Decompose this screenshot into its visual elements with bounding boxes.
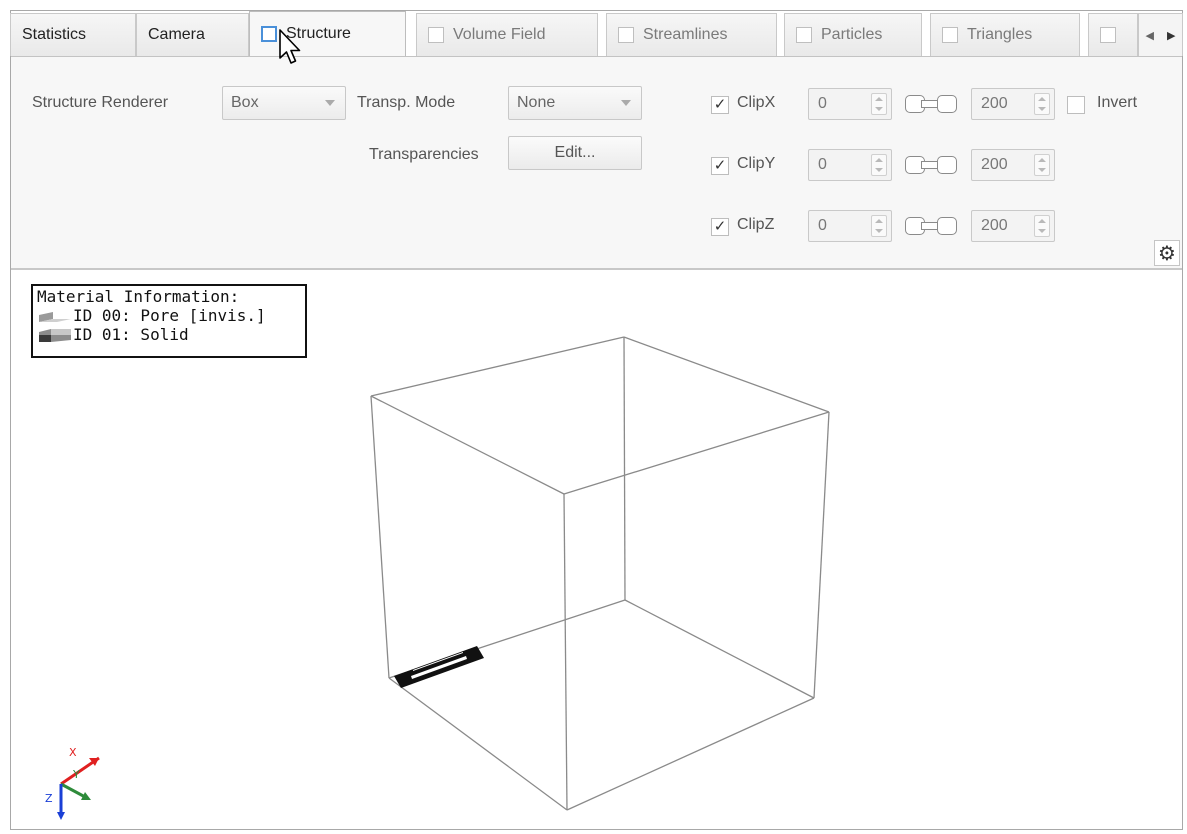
clipz-min-spinbox[interactable]: 0	[808, 210, 892, 242]
clipy-min-value: 0	[818, 156, 827, 173]
tab-volume-field-checkbox[interactable]	[428, 27, 444, 43]
structure-settings-panel: Structure Renderer Box Transp. Mode None…	[11, 56, 1182, 270]
clipy-max-value: 200	[981, 156, 1008, 173]
clipz-label: ClipZ	[737, 216, 775, 233]
structure-renderer-value: Box	[231, 94, 259, 111]
tab-streamlines-checkbox[interactable]	[618, 27, 634, 43]
tab-triangles[interactable]: Triangles	[930, 13, 1080, 56]
structure-bounding-box	[370, 336, 830, 811]
tab-statistics[interactable]: Statistics	[10, 13, 136, 56]
tab-structure-checkbox[interactable]	[261, 26, 277, 42]
clipy-checkbox[interactable]: ✓	[711, 157, 729, 175]
structure-renderer-select[interactable]: Box	[222, 86, 346, 120]
axis-orientation-icon: X Y Z	[45, 746, 100, 820]
structure-renderer-label: Structure Renderer	[32, 94, 169, 111]
clipy-max-spinbox[interactable]: 200	[971, 149, 1055, 181]
clipx-max-spinbox[interactable]: 200	[971, 88, 1055, 120]
tab-label: Volume Field	[453, 26, 546, 43]
chevron-down-icon	[325, 100, 335, 106]
transparencies-edit-button[interactable]: Edit...	[508, 136, 642, 170]
clipy-link-toggle[interactable]	[905, 155, 957, 175]
tab-label: Streamlines	[643, 26, 728, 43]
chevron-down-icon	[621, 100, 631, 106]
tab-scroll-buttons: ◀ ▶	[1138, 13, 1183, 56]
edit-button-label: Edit...	[554, 144, 596, 161]
tab-bar: Statistics Camera Structure Volume Field…	[10, 11, 1183, 57]
clipx-label: ClipX	[737, 94, 776, 111]
axis-x-label: X	[69, 746, 77, 759]
invert-label: Invert	[1097, 94, 1138, 111]
tab-label: Particles	[821, 26, 883, 43]
transp-mode-select[interactable]: None	[508, 86, 642, 120]
transp-mode-label: Transp. Mode	[357, 94, 456, 111]
tab-label: Camera	[148, 26, 205, 43]
clipy-label: ClipY	[737, 155, 776, 172]
transp-mode-value: None	[517, 94, 556, 111]
clipx-min-value: 0	[818, 95, 827, 112]
clipz-max-spinbox[interactable]: 200	[971, 210, 1055, 242]
scale-bar-icon	[394, 646, 484, 688]
tab-label: Triangles	[967, 26, 1033, 43]
spinner-arrows-icon[interactable]	[871, 93, 887, 115]
spinner-arrows-icon[interactable]	[871, 215, 887, 237]
spinner-arrows-icon[interactable]	[1034, 215, 1050, 237]
tab-scroll-left-icon[interactable]: ◀	[1146, 29, 1154, 42]
clipz-max-value: 200	[981, 217, 1008, 234]
clipz-checkbox[interactable]: ✓	[711, 218, 729, 236]
axis-y-label: Y	[72, 768, 80, 781]
3d-viewport[interactable]: Material Information: ID 00: Pore [invis…	[11, 272, 1182, 829]
tab-volume-field[interactable]: Volume Field	[416, 13, 598, 56]
mouse-cursor-icon	[279, 29, 301, 64]
tab-streamlines[interactable]: Streamlines	[606, 13, 777, 56]
clipz-link-toggle[interactable]	[905, 216, 957, 236]
tab-scroll-right-icon[interactable]: ▶	[1167, 29, 1175, 42]
tab-particles-checkbox[interactable]	[796, 27, 812, 43]
spinner-arrows-icon[interactable]	[1034, 93, 1050, 115]
tab-label: Statistics	[22, 26, 87, 43]
transparencies-label: Transparencies	[369, 146, 479, 163]
tab-camera[interactable]: Camera	[136, 13, 249, 56]
clipy-min-spinbox[interactable]: 0	[808, 149, 892, 181]
axis-z-label: Z	[45, 792, 53, 805]
tab-overflow[interactable]	[1088, 13, 1138, 56]
invert-checkbox[interactable]	[1067, 96, 1085, 114]
tab-overflow-checkbox[interactable]	[1100, 27, 1116, 43]
tab-particles[interactable]: Particles	[784, 13, 922, 56]
clipx-checkbox[interactable]: ✓	[711, 96, 729, 114]
spinner-arrows-icon[interactable]	[1034, 154, 1050, 176]
tab-structure[interactable]: Structure	[249, 11, 406, 56]
tab-triangles-checkbox[interactable]	[942, 27, 958, 43]
spinner-arrows-icon[interactable]	[871, 154, 887, 176]
gear-icon[interactable]: ⚙	[1154, 240, 1180, 266]
clipz-min-value: 0	[818, 217, 827, 234]
clipx-min-spinbox[interactable]: 0	[808, 88, 892, 120]
clipx-max-value: 200	[981, 95, 1008, 112]
clipx-link-toggle[interactable]	[905, 94, 957, 114]
